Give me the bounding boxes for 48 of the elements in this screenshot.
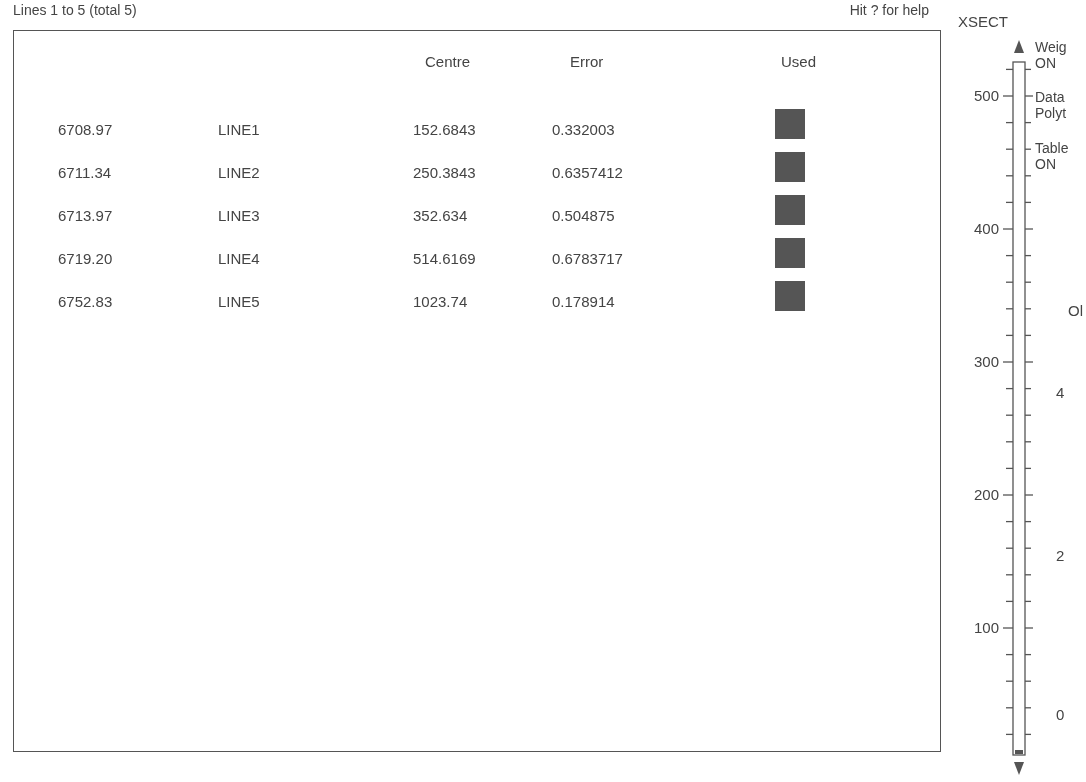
table-cell-text: 6752.83 [58, 293, 114, 310]
table-cell-text: 250.3843 [413, 164, 477, 181]
used-checkbox[interactable] [775, 280, 805, 311]
table-cell-text: 1023.74 [413, 293, 469, 310]
axis-label: 300 [973, 354, 999, 369]
axis-label: 500 [973, 88, 999, 103]
side-label: 4 [1056, 385, 1065, 400]
used-checkbox[interactable] [775, 194, 805, 225]
used-checkbox[interactable] [775, 237, 805, 268]
table-cell-text: 0.504875 [552, 207, 616, 224]
side-label: 2 [1056, 548, 1065, 563]
table-cell-text: 0.178914 [552, 293, 616, 310]
scale-title: XSECT [958, 14, 1008, 29]
down-arrow-icon[interactable] [1014, 762, 1024, 775]
table-cell-text: LINE2 [218, 164, 261, 181]
table-cell-text: 6719.20 [58, 250, 114, 267]
side-label: Data [1035, 90, 1065, 104]
side-label: ON [1035, 56, 1056, 70]
side-label: Ol [1068, 303, 1083, 318]
help-hint: Hit ? for help [849, 2, 929, 18]
side-label: 0 [1056, 707, 1065, 722]
axis-label: 200 [973, 487, 999, 502]
table-cell-text: 514.6169 [413, 250, 477, 267]
table-cell-text: 6713.97 [58, 207, 114, 224]
column-header: Error [569, 52, 605, 70]
table-cell-text: LINE3 [218, 207, 261, 224]
axis-label: 400 [973, 221, 999, 236]
side-label: Table [1035, 141, 1069, 155]
table-cell-text: LINE4 [218, 250, 261, 267]
table-cell-text: 0.332003 [552, 121, 616, 138]
table-cell-text: 0.6357412 [552, 164, 624, 181]
axis-label: 100 [973, 620, 999, 635]
line-range-text: Lines 1 to 5 (total 5) [13, 2, 137, 18]
table-cell-text: 6708.97 [58, 121, 114, 138]
table-cell-text: LINE1 [218, 121, 261, 138]
table-cell-text: 0.6783717 [552, 250, 624, 267]
table-cell-text: 152.6843 [413, 121, 477, 138]
used-checkbox[interactable] [775, 151, 805, 182]
used-checkbox[interactable] [775, 108, 805, 139]
side-label: Weig [1035, 40, 1067, 54]
side-label: ON [1035, 157, 1056, 171]
up-arrow-icon[interactable] [1014, 40, 1024, 53]
table-cell-text: 6711.34 [58, 164, 113, 181]
column-header: Used [780, 52, 815, 70]
table-cell-text: 352.634 [413, 207, 469, 224]
table-cell-text: LINE5 [218, 293, 261, 310]
side-label: Polyt [1035, 106, 1067, 120]
column-header: Centre [424, 52, 472, 70]
